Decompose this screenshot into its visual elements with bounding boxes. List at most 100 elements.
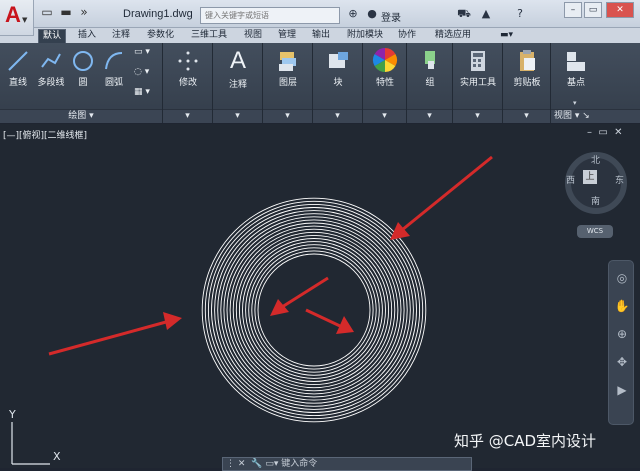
polyline-tool-button[interactable]: 多段线 xyxy=(34,49,68,88)
annotation-panel: A 注释 ▾ xyxy=(213,43,263,123)
ucs-y-label: Y xyxy=(9,408,16,421)
app-menu-button[interactable]: A ▼ xyxy=(0,0,34,36)
restore-button[interactable]: ▭ xyxy=(584,2,602,18)
arrow-right-top xyxy=(390,155,493,240)
tab-home[interactable]: 默认 xyxy=(38,29,67,43)
arrow-center-lower xyxy=(305,308,354,334)
showmotion-icon[interactable]: ▶ xyxy=(613,381,631,399)
properties-footer-dropdown[interactable]: ▾ xyxy=(363,109,406,123)
binoculars-icon[interactable]: ⊕ xyxy=(345,6,361,22)
block-button[interactable]: 块 xyxy=(321,49,355,88)
tab-manage[interactable]: 管理 xyxy=(274,29,300,43)
group-button[interactable]: 组 xyxy=(413,49,447,88)
drawing-canvas[interactable]: [—][俯视][二维线框] – ▭ ✕ 北 南 西 东 上 WCS ◎ ✋ ⊕ … xyxy=(0,124,640,471)
annotation-footer-dropdown[interactable]: ▾ xyxy=(213,109,262,123)
title-bar: ▭ ▬ » Drawing1.dwg 键入关键字或短语 ⊕ ● 登录 ⛟ ▲ ?… xyxy=(0,0,640,28)
clipboard-button[interactable]: 剪贴板 xyxy=(507,49,547,88)
tab-output[interactable]: 输出 xyxy=(308,29,334,43)
text-a-icon: A xyxy=(229,47,246,74)
ring xyxy=(254,250,374,370)
clipboard-footer-dropdown[interactable]: ▾ xyxy=(503,109,550,123)
gradient-tool-icon[interactable]: ▦ ▾ xyxy=(134,87,150,97)
layers-footer-dropdown[interactable]: ▾ xyxy=(263,109,312,123)
autocad-logo-icon: A xyxy=(5,2,21,27)
block-panel: 块 ▾ xyxy=(313,43,363,123)
modify-button[interactable]: 修改 xyxy=(171,49,205,88)
clipboard-icon xyxy=(520,50,535,71)
move-icon xyxy=(178,51,198,71)
group-footer-dropdown[interactable]: ▾ xyxy=(407,109,452,123)
login-link[interactable]: 登录 xyxy=(381,9,401,24)
tab-addins[interactable]: 附加模块 xyxy=(343,29,387,43)
utilities-panel: 实用工具 ▾ xyxy=(453,43,503,123)
base-button[interactable]: 基点 xyxy=(559,49,593,88)
utilities-footer-dropdown[interactable]: ▾ xyxy=(453,109,502,123)
document-title: Drawing1.dwg xyxy=(123,8,193,20)
help-icon[interactable]: ? xyxy=(512,6,528,22)
tab-extra-icon[interactable]: ▬▾ xyxy=(496,29,517,43)
annotation-label: 注释 xyxy=(228,80,247,90)
tab-view[interactable]: 视图 xyxy=(240,29,266,43)
block-icon xyxy=(329,52,348,68)
annotation-button[interactable]: A 注释 xyxy=(221,47,255,90)
minimize-button[interactable]: – xyxy=(564,2,582,18)
block-footer-dropdown[interactable]: ▾ xyxy=(313,109,362,123)
ring xyxy=(214,210,414,410)
tab-parametric[interactable]: 参数化 xyxy=(143,29,178,43)
compass-west: 西 xyxy=(566,176,576,186)
orbit-icon[interactable]: ✥ xyxy=(613,353,631,371)
tab-annotate[interactable]: 注释 xyxy=(108,29,134,43)
draw-panel-label: 绘图 xyxy=(68,111,87,121)
view-panel-footer[interactable]: 视图 ▾ ↘ xyxy=(551,109,640,123)
arc-label: 圆弧 xyxy=(104,78,123,88)
tab-featured-apps[interactable]: 精选应用 xyxy=(431,29,475,43)
modify-panel: 修改 ▾ xyxy=(163,43,213,123)
steering-wheel-icon[interactable]: ◎ xyxy=(613,269,631,287)
utilities-button[interactable]: 实用工具 xyxy=(457,49,499,88)
polyline-label: 多段线 xyxy=(37,78,65,88)
tab-collaborate[interactable]: 协作 xyxy=(394,29,420,43)
ring xyxy=(232,228,396,392)
draw-panel-footer[interactable]: 绘图 ▾ xyxy=(0,109,162,123)
modify-label: 修改 xyxy=(178,78,197,88)
exchange-icon[interactable]: ▲ xyxy=(478,6,494,22)
close-button[interactable]: ✕ xyxy=(606,2,634,18)
layers-panel: 图层 ▾ xyxy=(263,43,313,123)
properties-label: 特性 xyxy=(375,78,394,88)
compass-east: 东 xyxy=(615,176,625,186)
ring xyxy=(242,238,386,382)
circle-tool-button[interactable]: 圆 xyxy=(70,49,96,88)
arrow-center-upper xyxy=(270,276,329,316)
ring xyxy=(251,247,377,373)
pan-hand-icon[interactable]: ✋ xyxy=(613,297,631,315)
utilities-label: 实用工具 xyxy=(459,78,496,88)
ring xyxy=(207,203,421,417)
hatch-tool-icon[interactable]: ◌ ▾ xyxy=(134,67,149,77)
clipboard-panel: 剪贴板 ▾ xyxy=(503,43,551,123)
compass-south: 南 xyxy=(591,197,601,207)
line-tool-button[interactable]: 直线 xyxy=(4,49,32,88)
groups-panel: 组 ▾ xyxy=(407,43,453,123)
rectangle-tool-icon[interactable]: ▭ ▾ xyxy=(134,47,150,57)
tab-3d-tools[interactable]: 三维工具 xyxy=(187,29,231,43)
quick-access-more-icon[interactable]: » xyxy=(75,5,93,21)
cart-icon[interactable]: ⛟ xyxy=(456,6,472,22)
new-file-icon[interactable]: ▭ xyxy=(38,5,56,21)
color-wheel-icon xyxy=(372,47,398,72)
user-icon[interactable]: ● xyxy=(364,6,380,22)
search-input[interactable]: 键入关键字或短语 xyxy=(200,7,340,24)
wcs-menu[interactable]: WCS xyxy=(577,225,613,238)
line-label: 直线 xyxy=(8,78,27,88)
circle-icon xyxy=(73,51,93,71)
tab-insert[interactable]: 插入 xyxy=(74,29,100,43)
zoom-icon[interactable]: ⊕ xyxy=(613,325,631,343)
base-dropdown-icon[interactable]: ▾ xyxy=(573,99,577,107)
arc-tool-button[interactable]: 圆弧 xyxy=(100,49,128,88)
properties-button[interactable]: 特性 xyxy=(368,47,402,88)
viewcube-top-face[interactable]: 上 xyxy=(583,170,597,184)
open-folder-icon[interactable]: ▬ xyxy=(57,5,75,21)
viewcube-compass[interactable]: 北 南 西 东 上 xyxy=(565,152,627,214)
layers-button[interactable]: 图层 xyxy=(271,49,305,88)
properties-panel: 特性 ▾ xyxy=(363,43,407,123)
modify-footer-dropdown[interactable]: ▾ xyxy=(163,109,212,123)
